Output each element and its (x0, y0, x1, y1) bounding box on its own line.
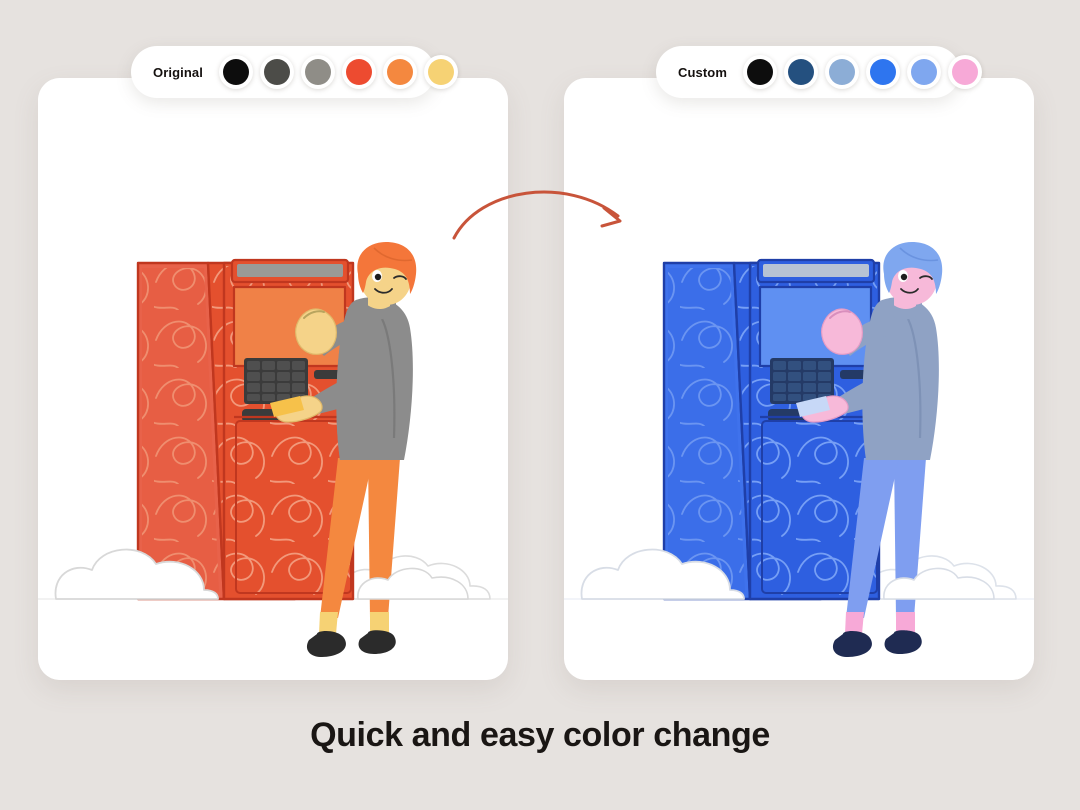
swatch-custom-2[interactable] (825, 55, 859, 89)
swatch-original-0[interactable] (218, 55, 253, 89)
swatch-custom-5[interactable] (948, 55, 982, 89)
color-dot-yellow (427, 59, 454, 85)
color-dot-orange (386, 59, 413, 85)
color-dot-navy-blue (788, 59, 814, 85)
swatch-custom-4[interactable] (907, 55, 941, 89)
custom-swatch-list (743, 55, 982, 89)
color-dot-mid-gray (304, 59, 331, 85)
color-dot-black (222, 59, 249, 85)
swatch-custom-0[interactable] (743, 55, 777, 89)
swatch-original-1[interactable] (259, 55, 294, 89)
custom-illustration (564, 78, 1034, 680)
original-swatch-list (218, 55, 458, 89)
page-caption: Quick and easy color change (310, 716, 770, 754)
color-dot-steel-blue (829, 59, 855, 85)
color-dot-bright-blue (870, 59, 896, 85)
page-root: Original Custom Quick and easy color cha… (0, 0, 1080, 810)
color-dot-pink (952, 59, 978, 85)
color-dot-black (747, 59, 773, 85)
original-palette-pill[interactable]: Original (131, 46, 458, 98)
original-card (38, 78, 508, 680)
color-dot-light-blue (911, 59, 937, 85)
custom-palette-label: Custom (678, 64, 727, 80)
original-palette-label: Original (153, 64, 203, 80)
swatch-custom-3[interactable] (866, 55, 900, 89)
swatch-original-5[interactable] (423, 55, 458, 89)
swatch-original-3[interactable] (341, 55, 376, 89)
color-dot-dark-gray (263, 59, 290, 85)
swatch-custom-1[interactable] (784, 55, 818, 89)
original-illustration (38, 78, 508, 680)
swatch-original-4[interactable] (382, 55, 417, 89)
custom-card (564, 78, 1034, 680)
swatch-original-2[interactable] (300, 55, 335, 89)
color-dot-red-orange (345, 59, 372, 85)
custom-palette-pill[interactable]: Custom (656, 46, 982, 98)
